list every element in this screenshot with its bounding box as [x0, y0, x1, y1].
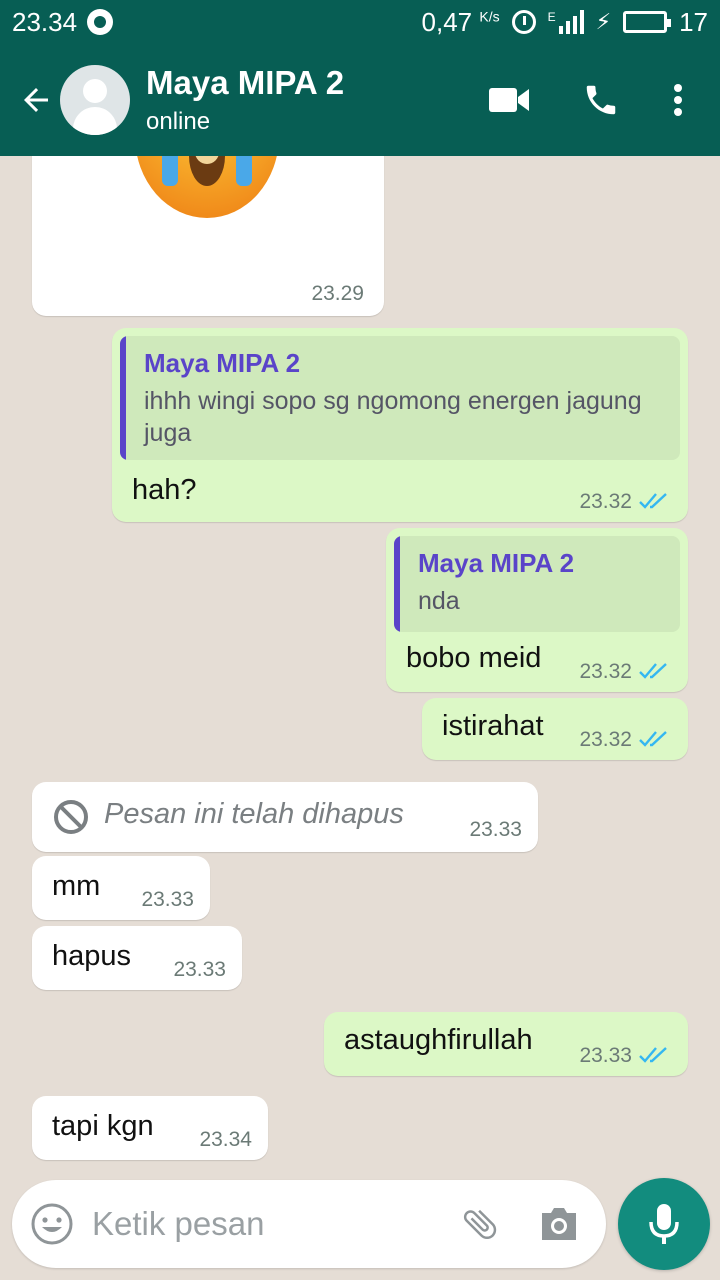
camera-icon[interactable]	[538, 1205, 580, 1243]
quoted-sender: Maya MIPA 2	[418, 548, 575, 578]
message-text: tapi kgn	[52, 1110, 154, 1142]
contact-name[interactable]: Maya MIPA 2	[146, 64, 344, 102]
outgoing-message[interactable]: istirahat 23.32	[422, 698, 688, 760]
video-call-icon[interactable]	[488, 85, 530, 115]
outgoing-message[interactable]: astaughfirullah 23.33	[324, 1012, 688, 1076]
outgoing-message[interactable]: Maya MIPA 2 nda bobo meid 23.32	[386, 528, 688, 692]
message-text: Pesan ini telah dihapus	[104, 798, 404, 830]
emoji-icon[interactable]	[30, 1202, 74, 1246]
message-list[interactable]: 23.29 Maya MIPA 2 ihhh wingi sopo sg ngo…	[0, 156, 720, 1180]
status-bar: 23.34 0,47 K/s E ⚡ 17	[0, 0, 720, 44]
contact-info[interactable]: Maya MIPA 2 online	[146, 64, 344, 136]
quoted-sender: Maya MIPA 2	[144, 348, 301, 378]
message-time: 23.29	[311, 282, 364, 305]
charging-icon: ⚡	[595, 9, 612, 34]
incoming-message[interactable]: tapi kgn 23.34	[32, 1096, 268, 1160]
message-time: 23.32	[579, 728, 632, 751]
battery-level: 17	[679, 6, 708, 37]
message-time: 23.32	[579, 660, 632, 683]
quoted-message[interactable]: Maya MIPA 2 ihhh wingi sopo sg ngomong e…	[120, 336, 680, 460]
message-text: istirahat	[442, 710, 544, 742]
message-time: 23.33	[579, 1044, 632, 1067]
microphone-icon	[649, 1204, 679, 1244]
incoming-message[interactable]: mm 23.33	[32, 856, 210, 920]
more-options-icon[interactable]	[672, 82, 684, 118]
status-time: 23.34	[12, 6, 78, 37]
message-time: 23.32	[579, 490, 632, 513]
incoming-message[interactable]: hapus 23.33	[32, 926, 242, 990]
attachment-icon[interactable]	[460, 1204, 500, 1244]
message-text: astaughfirullah	[344, 1024, 533, 1056]
mic-button[interactable]	[618, 1178, 710, 1270]
message-text: hapus	[52, 940, 132, 972]
message-input[interactable]	[92, 1205, 422, 1243]
battery-icon	[623, 11, 672, 33]
message-text: mm	[52, 870, 101, 902]
message-time: 23.34	[199, 1128, 252, 1151]
read-receipt-icon	[639, 731, 667, 747]
quoted-text: nda	[418, 587, 460, 615]
avatar[interactable]	[60, 65, 130, 135]
sticker-message[interactable]: 23.29	[32, 156, 384, 316]
read-receipt-icon	[639, 493, 667, 509]
message-time: 23.33	[469, 818, 522, 841]
voice-call-icon[interactable]	[582, 81, 620, 119]
read-receipt-icon	[639, 1047, 667, 1063]
read-receipt-icon	[639, 663, 667, 679]
crying-emoji-sticker	[137, 156, 277, 218]
deleted-message[interactable]: Pesan ini telah dihapus 23.33	[32, 782, 538, 852]
whatsapp-notification-icon	[87, 9, 114, 35]
message-composer	[12, 1180, 606, 1268]
message-text: bobo meid	[406, 642, 542, 674]
message-time: 23.33	[141, 888, 194, 911]
contact-status: online	[146, 108, 211, 135]
message-time: 23.33	[173, 958, 226, 981]
chat-header: Maya MIPA 2 online	[0, 44, 720, 156]
outgoing-message[interactable]: Maya MIPA 2 ihhh wingi sopo sg ngomong e…	[112, 328, 688, 522]
back-arrow-icon[interactable]	[14, 78, 58, 122]
signal-icon: E	[548, 10, 584, 34]
message-text: hah?	[132, 474, 197, 506]
network-speed: 0,47 K/s	[421, 6, 500, 37]
alarm-icon	[511, 10, 536, 34]
deleted-icon	[54, 800, 88, 834]
quoted-message[interactable]: Maya MIPA 2 nda	[394, 536, 680, 632]
quoted-text: ihhh wingi sopo sg ngomong energen jagun…	[144, 387, 642, 447]
